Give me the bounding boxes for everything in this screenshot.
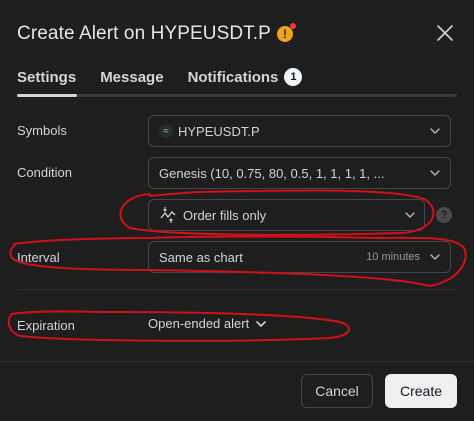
question-icon[interactable]: ? [436,207,452,223]
tab-settings[interactable]: Settings [17,66,76,88]
expiration-value: Open-ended alert [148,316,250,331]
symbols-select[interactable]: ≈ HYPEUSDT.P [148,115,451,147]
notification-dot [289,23,296,29]
tab-active-indicator [17,94,77,97]
chevron-down-icon [256,320,266,327]
symbols-label: Symbols [17,123,67,138]
chevron-down-icon [405,212,415,218]
order-fills-value: Order fills only [183,207,267,223]
interval-value: Same as chart [159,249,243,265]
tab-notifications[interactable]: Notifications 1 [188,66,303,88]
order-fills-select[interactable]: Order fills only [148,199,425,231]
warning-icon[interactable]: ! [276,23,296,42]
condition-label: Condition [17,165,72,180]
footer-divider [0,361,474,362]
tab-message-label: Message [100,68,164,86]
tab-notifications-label: Notifications [187,68,279,86]
chevron-down-icon [430,254,440,260]
chevron-down-icon [430,128,440,134]
tab-message[interactable]: Message [100,66,163,88]
dialog-title: Create Alert on HYPEUSDT.P [17,23,271,44]
create-alert-dialog: Create Alert on HYPEUSDT.P ! Settings Me… [0,0,474,421]
tab-bar: Settings Message Notifications 1 [17,66,326,96]
hype-logo-icon: ≈ [159,124,173,138]
close-icon[interactable] [435,23,455,43]
section-divider [17,289,457,290]
notifications-count-badge: 1 [284,68,303,86]
symbols-value: HYPEUSDT.P [178,123,260,139]
create-button[interactable]: Create [385,374,457,408]
interval-select[interactable]: Same as chart 10 minutes [148,241,451,273]
cancel-button[interactable]: Cancel [301,374,373,408]
tab-settings-label: Settings [17,68,77,86]
tab-underline-track [17,94,457,97]
dialog-header: Create Alert on HYPEUSDT.P ! [17,20,457,48]
condition-select[interactable]: Genesis (10, 0.75, 80, 0.5, 1, 1, 1, 1, … [148,157,451,189]
expiration-label: Expiration [17,318,75,333]
interval-label: Interval [17,250,60,265]
condition-value: Genesis (10, 0.75, 80, 0.5, 1, 1, 1, 1, … [159,165,385,181]
chevron-down-icon [430,170,440,176]
order-fills-icon [160,207,176,223]
expiration-dropdown[interactable]: Open-ended alert [148,316,267,331]
interval-hint: 10 minutes [366,251,420,263]
